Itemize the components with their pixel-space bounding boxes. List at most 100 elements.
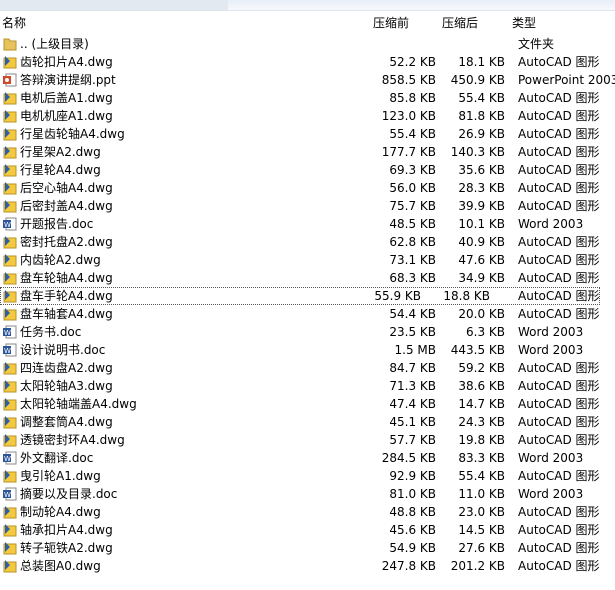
- file-row[interactable]: 电机机座A1.dwg 123.0 KB 81.8 KB AutoCAD 图形: [0, 107, 615, 125]
- size-after: 47.6 KB: [458, 253, 505, 267]
- file-name: 密封托盘A2.dwg: [20, 235, 113, 249]
- size-after: 35.6 KB: [458, 163, 505, 177]
- file-row[interactable]: W 任务书.doc 23.5 KB 6.3 KB Word 2003: [0, 323, 615, 341]
- file-name: 盘车轴套A4.dwg: [20, 307, 113, 321]
- dwg-icon: [3, 523, 17, 537]
- file-name: 行星齿轮轴A4.dwg: [20, 127, 125, 141]
- file-type: AutoCAD 图形: [518, 55, 600, 69]
- file-name: 四连齿盘A2.dwg: [20, 361, 113, 375]
- size-after: 59.2 KB: [458, 361, 505, 375]
- size-before: 75.7 KB: [389, 199, 436, 213]
- ppt-icon: [3, 73, 17, 87]
- file-row[interactable]: 齿轮扣片A4.dwg 52.2 KB 18.1 KB AutoCAD 图形: [0, 53, 615, 71]
- file-row[interactable]: 太阳轮轴端盖A4.dwg 47.4 KB 14.7 KB AutoCAD 图形: [0, 395, 615, 413]
- file-row[interactable]: 盘车手轮A4.dwg 55.9 KB 18.8 KB AutoCAD 图形: [0, 287, 600, 305]
- file-row[interactable]: 密封托盘A2.dwg 62.8 KB 40.9 KB AutoCAD 图形: [0, 233, 615, 251]
- column-type[interactable]: 类型: [512, 14, 536, 31]
- column-after[interactable]: 压缩后: [442, 14, 478, 31]
- file-row[interactable]: 后密封盖A4.dwg 75.7 KB 39.9 KB AutoCAD 图形: [0, 197, 615, 215]
- svg-text:W: W: [4, 455, 11, 463]
- file-name: 后密封盖A4.dwg: [20, 199, 113, 213]
- file-row[interactable]: 太阳轮轴A3.dwg 71.3 KB 38.6 KB AutoCAD 图形: [0, 377, 615, 395]
- size-before: 57.7 KB: [389, 433, 436, 447]
- size-before: 48.8 KB: [389, 505, 436, 519]
- size-after: 201.2 KB: [450, 559, 505, 573]
- file-row[interactable]: 调整套筒A4.dwg 45.1 KB 24.3 KB AutoCAD 图形: [0, 413, 615, 431]
- file-row[interactable]: 制动轮A4.dwg 48.8 KB 23.0 KB AutoCAD 图形: [0, 503, 615, 521]
- file-name: 转子轭铁A2.dwg: [20, 541, 113, 555]
- file-type: AutoCAD 图形: [518, 253, 600, 267]
- doc-icon: W: [3, 451, 17, 465]
- file-row[interactable]: 曳引轮A1.dwg 92.9 KB 55.4 KB AutoCAD 图形: [0, 467, 615, 485]
- doc-icon: W: [3, 325, 17, 339]
- file-name: 齿轮扣片A4.dwg: [20, 55, 113, 69]
- size-after: 27.6 KB: [458, 541, 505, 555]
- dwg-icon: [3, 55, 17, 69]
- size-after: 11.0 KB: [458, 487, 505, 501]
- size-before: 1.5 MB: [394, 343, 436, 357]
- file-type: AutoCAD 图形: [518, 91, 600, 105]
- file-row[interactable]: W 设计说明书.doc 1.5 MB 443.5 KB Word 2003: [0, 341, 615, 359]
- size-before: 92.9 KB: [389, 469, 436, 483]
- file-row[interactable]: 行星架A2.dwg 177.7 KB 140.3 KB AutoCAD 图形: [0, 143, 615, 161]
- size-after: 55.4 KB: [458, 469, 505, 483]
- file-row[interactable]: 答辩演讲提纲.ppt 858.5 KB 450.9 KB PowerPoint …: [0, 71, 615, 89]
- file-name: 后空心轴A4.dwg: [20, 181, 113, 195]
- file-row[interactable]: 总装图A0.dwg 247.8 KB 201.2 KB AutoCAD 图形: [0, 557, 615, 575]
- file-row[interactable]: W 开题报告.doc 48.5 KB 10.1 KB Word 2003: [0, 215, 615, 233]
- dwg-icon: [3, 289, 17, 303]
- size-after: 28.3 KB: [458, 181, 505, 195]
- file-row[interactable]: 行星齿轮轴A4.dwg 55.4 KB 26.9 KB AutoCAD 图形: [0, 125, 615, 143]
- toolbar-strip: [0, 0, 615, 11]
- file-row[interactable]: 内齿轮A2.dwg 73.1 KB 47.6 KB AutoCAD 图形: [0, 251, 615, 269]
- file-row[interactable]: 四连齿盘A2.dwg 84.7 KB 59.2 KB AutoCAD 图形: [0, 359, 615, 377]
- size-before: 247.8 KB: [381, 559, 436, 573]
- file-name: 答辩演讲提纲.ppt: [20, 73, 116, 87]
- file-row[interactable]: 电机后盖A1.dwg 85.8 KB 55.4 KB AutoCAD 图形: [0, 89, 615, 107]
- size-after: 81.8 KB: [458, 109, 505, 123]
- file-name: 太阳轮轴A3.dwg: [20, 379, 113, 393]
- dwg-icon: [3, 361, 17, 375]
- file-name: 太阳轮轴端盖A4.dwg: [20, 397, 137, 411]
- file-row[interactable]: W 外文翻译.doc 284.5 KB 83.3 KB Word 2003: [0, 449, 615, 467]
- file-type: Word 2003: [518, 325, 584, 339]
- file-row[interactable]: .. (上级目录) 文件夹: [0, 35, 615, 53]
- size-before: 68.3 KB: [389, 271, 436, 285]
- file-row[interactable]: 盘车轮轴A4.dwg 68.3 KB 34.9 KB AutoCAD 图形: [0, 269, 615, 287]
- size-before: 55.9 KB: [374, 289, 421, 303]
- file-row[interactable]: 透镜密封环A4.dwg 57.7 KB 19.8 KB AutoCAD 图形: [0, 431, 615, 449]
- file-name: 透镜密封环A4.dwg: [20, 433, 125, 447]
- size-before: 177.7 KB: [381, 145, 436, 159]
- file-row[interactable]: 盘车轴套A4.dwg 54.4 KB 20.0 KB AutoCAD 图形: [0, 305, 615, 323]
- size-before: 56.0 KB: [389, 181, 436, 195]
- file-type: Word 2003: [518, 487, 584, 501]
- dwg-icon: [3, 397, 17, 411]
- size-before: 48.5 KB: [389, 217, 436, 231]
- file-type: AutoCAD 图形: [518, 127, 600, 141]
- file-type: AutoCAD 图形: [518, 541, 600, 555]
- file-row[interactable]: 后空心轴A4.dwg 56.0 KB 28.3 KB AutoCAD 图形: [0, 179, 615, 197]
- doc-icon: W: [3, 343, 17, 357]
- file-name: 设计说明书.doc: [20, 343, 106, 357]
- size-after: 14.5 KB: [458, 523, 505, 537]
- svg-text:W: W: [4, 221, 11, 229]
- size-before: 123.0 KB: [381, 109, 436, 123]
- size-after: 18.1 KB: [458, 55, 505, 69]
- file-row[interactable]: 转子轭铁A2.dwg 54.9 KB 27.6 KB AutoCAD 图形: [0, 539, 615, 557]
- file-row[interactable]: 轴承扣片A4.dwg 45.6 KB 14.5 KB AutoCAD 图形: [0, 521, 615, 539]
- size-after: 39.9 KB: [458, 199, 505, 213]
- file-name: 盘车轮轴A4.dwg: [20, 271, 113, 285]
- file-type: AutoCAD 图形: [518, 361, 600, 375]
- dwg-icon: [3, 181, 17, 195]
- column-name[interactable]: 名称: [2, 14, 26, 31]
- size-before: 84.7 KB: [389, 361, 436, 375]
- file-type: Word 2003: [518, 451, 584, 465]
- file-type: PowerPoint 2003: [518, 73, 615, 87]
- file-type: AutoCAD 图形: [518, 505, 600, 519]
- dwg-icon: [3, 379, 17, 393]
- column-before[interactable]: 压缩前: [373, 14, 409, 31]
- size-before: 23.5 KB: [389, 325, 436, 339]
- dwg-icon: [3, 253, 17, 267]
- file-row[interactable]: W 摘要以及目录.doc 81.0 KB 11.0 KB Word 2003: [0, 485, 615, 503]
- file-row[interactable]: 行星轮A4.dwg 69.3 KB 35.6 KB AutoCAD 图形: [0, 161, 615, 179]
